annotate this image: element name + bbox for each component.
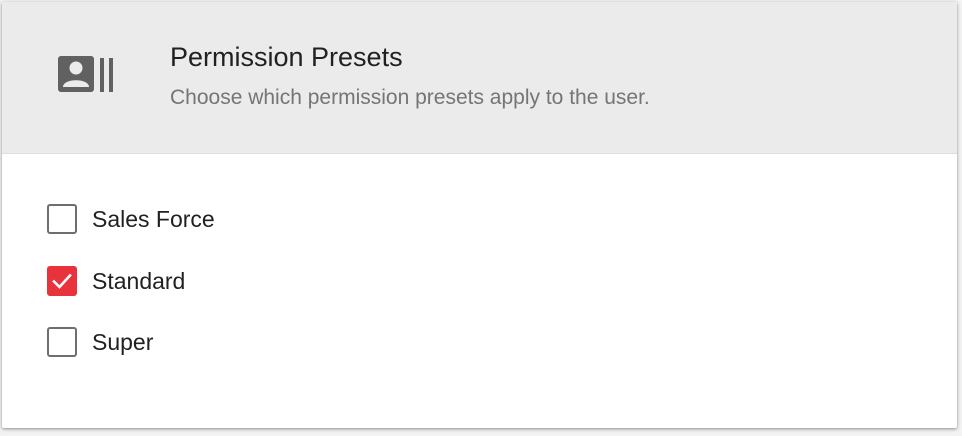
super-checkbox[interactable]	[47, 327, 77, 357]
header-text: Permission Presets Choose which permissi…	[170, 40, 650, 112]
sales-force-checkbox[interactable]	[47, 204, 77, 234]
card-header: Permission Presets Choose which permissi…	[2, 2, 957, 154]
checkmark-icon	[52, 273, 72, 289]
standard-checkbox[interactable]	[47, 265, 77, 296]
card-title: Permission Presets	[170, 42, 403, 72]
preset-label: Super	[92, 329, 154, 355]
card-subtitle: Choose which permission presets apply to…	[170, 86, 650, 109]
preset-label: Standard	[92, 267, 186, 294]
preset-option-super[interactable]: Super	[2, 313, 957, 375]
preset-list: Sales Force Standard Super	[2, 154, 957, 375]
preset-label: Sales Force	[92, 206, 215, 232]
preset-option-sales-force[interactable]: Sales Force	[2, 190, 957, 252]
preset-option-standard[interactable]: Standard	[2, 252, 957, 314]
contact-card-icon	[58, 56, 116, 94]
permission-presets-card: Permission Presets Choose which permissi…	[2, 2, 957, 428]
